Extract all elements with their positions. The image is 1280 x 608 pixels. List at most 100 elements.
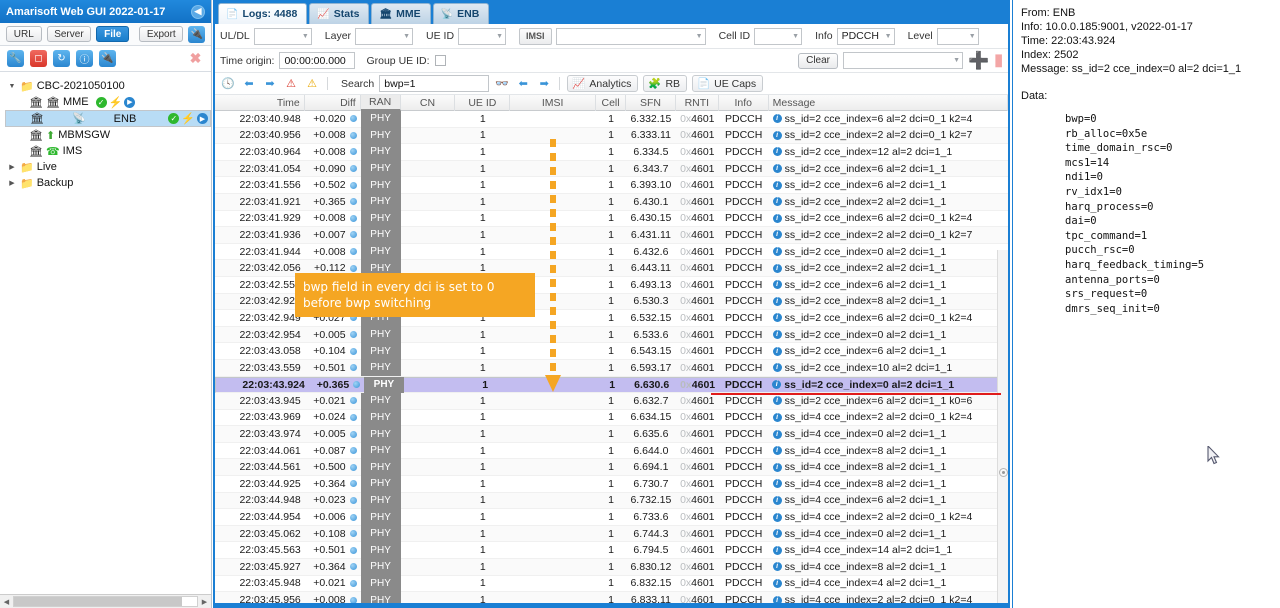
table-row[interactable]: 22:03:44.561 +0.500 PHY 1 1 6.694.1 0x 4601 PDCC… <box>215 458 1008 477</box>
arrow-left-icon[interactable]: ⬅ <box>241 76 257 92</box>
info-icon[interactable]: ⓘ <box>76 50 93 67</box>
file-button[interactable]: File <box>96 26 130 42</box>
tab-stats[interactable]: 📈 Stats <box>309 3 370 24</box>
url-button[interactable]: URL <box>6 26 42 42</box>
plug-icon[interactable]: 🔌 <box>188 25 205 43</box>
error-icon[interactable]: ⚠ <box>283 76 299 92</box>
layer-select[interactable]: ▼ <box>355 27 414 45</box>
table-row[interactable]: 22:03:45.956 +0.008 PHY 1 1 6.833.11 0x 4601 PDC… <box>215 591 1008 603</box>
table-row[interactable]: 22:03:41.944 +0.008 PHY 1 1 6.432.6 0x 4601 PDCC… <box>215 243 1008 261</box>
analytics-button[interactable]: 📈 Analytics <box>567 75 639 92</box>
server-button[interactable]: Server <box>46 26 92 42</box>
table-row[interactable]: 22:03:43.945 +0.021 PHY 1 1 6.632.7 0x 4601 PDCC… <box>215 392 1008 410</box>
clear-button[interactable]: Clear <box>798 52 839 69</box>
table-row[interactable]: 22:03:44.954 +0.006 PHY 1 1 6.733.6 0x 4601 PDCC… <box>215 508 1008 526</box>
column-header-imsi[interactable]: IMSI <box>510 95 597 111</box>
binoculars-icon[interactable]: 👓 <box>494 76 510 92</box>
table-row[interactable]: 22:03:43.969 +0.024 PHY 1 1 6.634.15 0x 4601 PDC… <box>215 409 1008 427</box>
scroll-left-icon[interactable]: ◀ <box>0 598 13 606</box>
column-header-cell[interactable]: Cell <box>596 95 626 111</box>
table-row[interactable]: 22:03:43.924 +0.365 PHY 1 1 6.630.6 0x 4601 PDCC… <box>215 376 1008 394</box>
time-origin-input[interactable]: 00:00:00.000 <box>279 52 356 69</box>
plus-icon[interactable]: ➕ <box>968 52 989 69</box>
table-row[interactable]: 22:03:43.974 +0.005 PHY 1 1 6.635.6 0x 4601 PDCC… <box>215 425 1008 443</box>
table-row[interactable]: 22:03:43.559 +0.501 PHY 1 1 6.593.17 0x 4601 PDC… <box>215 359 1008 377</box>
tree-node-backup[interactable]: ▶ 📁 Backup <box>5 175 211 191</box>
minus-icon[interactable]: ▮ <box>994 52 1003 69</box>
table-row[interactable]: 22:03:40.964 +0.008 PHY 1 1 6.334.5 0x 4601 PDCC… <box>215 143 1008 161</box>
cell-cn <box>401 476 456 493</box>
info-select[interactable]: PDCCH ▼ <box>836 27 895 45</box>
column-header-diff[interactable]: Diff <box>305 95 361 111</box>
column-header-rnti[interactable]: RNTI <box>676 95 719 111</box>
column-header-info[interactable]: Info <box>719 95 769 111</box>
ue-caps-button[interactable]: 📄 UE Caps <box>692 75 764 92</box>
scroll-right-icon[interactable]: ▶ <box>198 598 211 606</box>
column-header-ran[interactable]: RAN <box>360 95 401 111</box>
column-header-ueid[interactable]: UE ID <box>455 95 511 111</box>
rb-button[interactable]: 🧩 RB <box>643 75 688 92</box>
tree-node-enb[interactable]: 🏛 📡 ENB ✓ ⚡ ▶ <box>5 110 211 127</box>
group-ue-checkbox[interactable] <box>434 55 446 66</box>
chevron-right-icon[interactable]: ▶ <box>7 163 17 171</box>
play-icon[interactable]: ▶ <box>124 96 136 108</box>
play-icon[interactable]: ▶ <box>197 113 208 124</box>
table-row[interactable]: 22:03:45.927 +0.364 PHY 1 1 6.830.12 0x 4601 PDC… <box>215 558 1008 576</box>
table-row[interactable]: 22:03:44.925 +0.364 PHY 1 1 6.730.7 0x 4601 PDCC… <box>215 475 1008 493</box>
preset-select[interactable]: ▼ <box>843 52 964 69</box>
table-row[interactable]: 22:03:44.948 +0.023 PHY 1 1 6.732.15 0x 4601 PDC… <box>215 492 1008 510</box>
refresh-icon[interactable]: ↻ <box>53 50 70 67</box>
imsi-select[interactable]: ▼ <box>555 27 706 45</box>
tab-enb[interactable]: 📡 ENB <box>432 3 490 24</box>
level-select[interactable]: ▼ <box>936 27 979 45</box>
tree-node-live[interactable]: ▶ 📁 Live <box>5 159 211 175</box>
column-header-sfn[interactable]: SFN <box>626 95 676 111</box>
table-row[interactable]: 22:03:41.921 +0.365 PHY 1 1 6.430.1 0x 4601 PDCC… <box>215 193 1008 211</box>
tree-node-cbc[interactable]: ▼ 📁 CBC-2021050100 <box>5 78 211 94</box>
search-input[interactable]: bwp=1 <box>379 75 490 92</box>
table-row[interactable]: 22:03:41.556 +0.502 PHY 1 1 6.393.10 0x 4601 PDC… <box>215 176 1008 194</box>
wrench-icon[interactable]: 🔧 <box>7 50 24 67</box>
table-row[interactable]: 22:03:45.948 +0.021 PHY 1 1 6.832.15 0x 4601 PDC… <box>215 575 1008 593</box>
tree-node-mme[interactable]: 🏛 🏛 MME ✓ ⚡ ▶ <box>5 94 211 110</box>
export-button[interactable]: Export <box>139 26 184 42</box>
stop-icon[interactable]: ◻ <box>30 50 47 67</box>
plug-icon[interactable]: 🔌 <box>99 50 116 67</box>
table-row[interactable]: 22:03:45.563 +0.501 PHY 1 1 6.794.5 0x 4601 PDCC… <box>215 541 1008 560</box>
table-row[interactable]: 22:03:41.929 +0.008 PHY 1 1 6.430.15 0x 4601 PDC… <box>215 210 1008 228</box>
scroll-track[interactable] <box>13 596 198 607</box>
chevron-right-icon[interactable]: ▶ <box>7 179 17 187</box>
chevron-left-icon[interactable]: ◀ <box>191 4 205 19</box>
tab-mme[interactable]: 🏛 MME <box>371 3 431 24</box>
left-panel-hscrollbar[interactable]: ◀ ▶ <box>0 594 211 608</box>
tree-node-ims[interactable]: 🏛 ☎ IMS <box>5 143 211 159</box>
column-header-message[interactable]: Message <box>769 95 1008 111</box>
clock-icon[interactable]: 🕓 <box>220 76 236 92</box>
chevron-down-icon[interactable]: ▼ <box>7 83 17 90</box>
cellid-select[interactable]: ▼ <box>754 27 803 45</box>
table-row[interactable]: 22:03:41.936 +0.007 PHY 1 1 6.431.11 0x 4601 PDC… <box>215 226 1008 244</box>
uldl-select[interactable]: ▼ <box>253 27 312 45</box>
table-row[interactable]: 22:03:40.948 +0.020 PHY 1 1 6.332.15 0x 4601 PDC… <box>215 111 1008 128</box>
close-icon[interactable]: ✖ <box>187 50 204 67</box>
scroll-thumb[interactable] <box>999 468 1008 477</box>
table-vscrollbar[interactable] <box>997 250 1008 603</box>
table-row[interactable]: 22:03:40.956 +0.008 PHY 1 1 6.333.11 0x 4601 PDC… <box>215 127 1008 145</box>
table-row[interactable]: 22:03:45.062 +0.108 PHY 1 1 6.744.3 0x 4601 PDCC… <box>215 525 1008 543</box>
table-row[interactable]: 22:03:41.054 +0.090 PHY 1 1 6.343.7 0x 4601 PDCC… <box>215 160 1008 178</box>
table-row[interactable]: 22:03:43.058 +0.104 PHY 1 1 6.543.15 0x 4601 PDC… <box>215 342 1008 360</box>
column-header-time[interactable]: Time <box>215 95 305 111</box>
warning-icon[interactable]: ⚠ <box>304 76 320 92</box>
tab-logs[interactable]: 📄 Logs: 4488 <box>218 3 308 24</box>
imsi-button[interactable]: IMSI <box>519 27 552 45</box>
column-header-cn[interactable]: CN <box>401 95 456 111</box>
search-prev-icon[interactable]: ⬅ <box>515 76 531 92</box>
search-next-icon[interactable]: ➡ <box>536 76 552 92</box>
left-panel: Amarisoft Web GUI 2022-01-17 ◀ URL Serve… <box>0 0 212 608</box>
table-row[interactable]: 22:03:44.061 +0.087 PHY 1 1 6.644.0 0x 4601 PDCC… <box>215 442 1008 460</box>
ueid-select[interactable]: ▼ <box>458 27 507 45</box>
arrow-right-icon[interactable]: ➡ <box>262 76 278 92</box>
scroll-thumb[interactable] <box>14 597 183 606</box>
tree-node-mbmsgw[interactable]: 🏛 ⬆ MBMSGW <box>5 127 211 143</box>
table-row[interactable]: 22:03:42.954 +0.005 PHY 1 1 6.533.6 0x 4601 PDCC… <box>215 326 1008 344</box>
